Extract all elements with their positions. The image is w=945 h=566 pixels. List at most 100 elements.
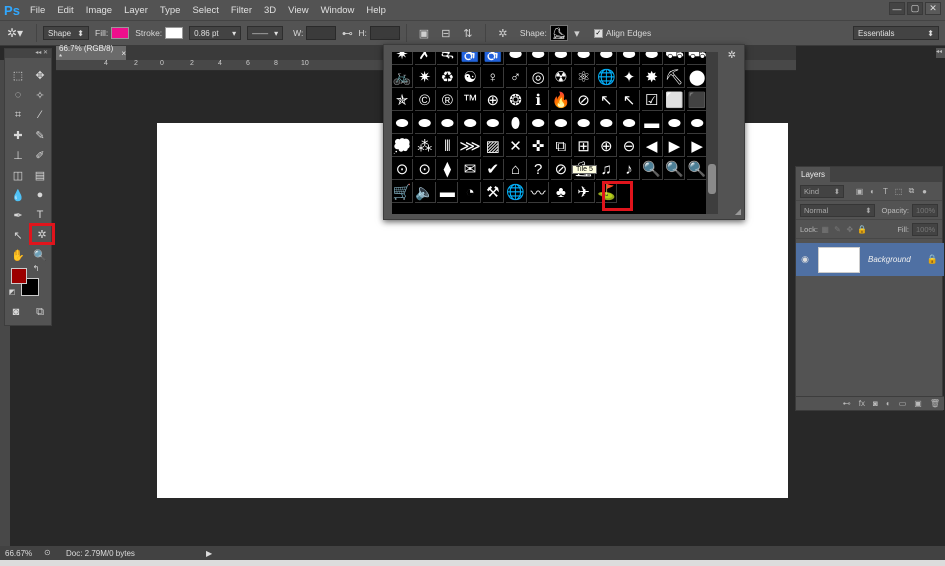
shape-tile[interactable]: ▶ <box>664 136 686 157</box>
layer-mask-icon[interactable]: ◙ <box>873 399 878 408</box>
shape-tile[interactable]: ❂ <box>505 90 527 111</box>
shape-tile[interactable]: ⬬ <box>414 113 436 134</box>
shape-tile[interactable]: ⛟ <box>664 52 686 65</box>
eye-icon[interactable]: ◉ <box>796 254 814 265</box>
shape-tile[interactable]: ⬬ <box>528 52 550 65</box>
chevron-down-icon[interactable]: ▾ <box>569 25 585 41</box>
path-operations-icon[interactable]: ▣ <box>416 25 432 41</box>
fill-swatch[interactable] <box>111 27 130 39</box>
shape-tile[interactable]: ⋙ <box>459 136 482 157</box>
healing-brush-tool-icon[interactable]: ✚ <box>9 127 27 143</box>
menu-select[interactable]: Select <box>186 5 224 16</box>
filter-type-icon[interactable]: T <box>880 186 891 197</box>
shape-tile[interactable]: ⌂ <box>505 159 527 180</box>
shape-tile[interactable]: ☑ <box>641 90 663 111</box>
shape-tile[interactable]: ⚛ <box>573 67 595 88</box>
share-icon[interactable]: ⊙ <box>44 548 58 558</box>
shape-tile[interactable]: ⬬ <box>641 52 663 65</box>
shape-tile[interactable]: ⊖ <box>619 136 640 157</box>
shape-tile[interactable]: ☢ <box>550 67 572 88</box>
shape-tile[interactable]: ™ <box>460 90 482 111</box>
maximize-button[interactable]: ▢ <box>907 2 923 15</box>
close-tab-icon[interactable]: × <box>121 49 126 58</box>
stroke-width-field[interactable]: 0.86 pt ▾ <box>189 26 242 40</box>
eraser-tool-icon[interactable]: ◫ <box>9 167 27 183</box>
magic-wand-tool-icon[interactable]: ✧ <box>31 87 49 103</box>
shape-tile[interactable]: ⬬ <box>505 52 527 65</box>
shape-tile[interactable]: ⬬ <box>482 113 504 134</box>
path-alignment-icon[interactable]: ⊟ <box>438 25 454 41</box>
trash-icon[interactable]: 🗑 <box>930 399 940 408</box>
shape-tile[interactable]: ⛏ <box>664 67 686 88</box>
adjustment-layer-icon[interactable]: ◐ <box>886 399 891 408</box>
filter-adjustment-icon[interactable]: ◐ <box>867 186 878 197</box>
tool-mode-select[interactable]: Shape ⬍ <box>43 26 89 40</box>
shape-tile[interactable]: © <box>414 90 436 111</box>
menu-window[interactable]: Window <box>315 5 361 16</box>
shape-tile[interactable]: ⚒ <box>482 182 504 203</box>
layer-row-background[interactable]: ◉ Background 🔒 <box>796 243 944 276</box>
menu-layer[interactable]: Layer <box>118 5 154 16</box>
lock-transparent-icon[interactable]: ▦ <box>820 224 830 235</box>
shape-tile[interactable]: 🔥 <box>550 90 572 111</box>
filter-kind-select[interactable]: Kind ⬍ <box>800 184 844 198</box>
lock-all-icon[interactable]: 🔒 <box>857 224 867 235</box>
shape-tile[interactable]: ▨ <box>482 136 504 157</box>
blur-tool-icon[interactable]: 💧 <box>9 187 27 203</box>
shape-tile[interactable]: ⊙ <box>392 159 413 180</box>
resize-grip-icon[interactable]: ◢ <box>735 207 741 216</box>
shape-tile[interactable]: ✸ <box>641 67 663 88</box>
shape-tile[interactable]: ⬛ <box>687 90 709 111</box>
eyedropper-tool-icon[interactable]: ⁄ <box>31 107 49 123</box>
history-brush-tool-icon[interactable]: ✐ <box>31 147 49 163</box>
new-group-icon[interactable]: ▭ <box>899 399 907 408</box>
shape-tile[interactable]: ⬬ <box>687 113 709 134</box>
shape-tile[interactable]: ⊞ <box>573 136 595 157</box>
fill-input[interactable]: 100% <box>911 222 938 236</box>
filter-shape-icon[interactable]: ⬚ <box>893 186 904 197</box>
shape-tile[interactable]: ◔ <box>460 182 482 203</box>
shape-tile[interactable]: 🔍 <box>687 159 709 180</box>
shape-tile[interactable]: ✜ <box>528 136 550 157</box>
shape-picker-button[interactable]: ⛸ <box>549 25 568 41</box>
shape-tile[interactable]: ♫ <box>596 159 618 180</box>
gear-icon[interactable]: ✲ <box>728 50 736 61</box>
shape-tile[interactable]: ⛐ <box>437 52 459 65</box>
quick-mask-icon[interactable]: ◙ <box>7 304 25 320</box>
shape-tile[interactable]: ⬬ <box>596 52 618 65</box>
gear-icon[interactable]: ✲ <box>495 25 511 41</box>
minimize-button[interactable]: — <box>889 2 905 15</box>
workspace-select[interactable]: Essentials ⬍ <box>853 26 939 40</box>
shape-tile[interactable]: ⬬ <box>573 113 595 134</box>
filter-toggle-icon[interactable]: ● <box>919 186 930 197</box>
shape-tile[interactable]: ⬤ <box>687 67 709 88</box>
shape-tile[interactable]: ♀ <box>482 67 504 88</box>
move-tool-icon[interactable]: ✥ <box>31 67 49 83</box>
shape-tile[interactable]: ⬬ <box>619 113 640 134</box>
shape-tile[interactable]: ♿ <box>482 52 504 65</box>
type-tool-icon[interactable]: T <box>31 207 49 223</box>
tab-layers[interactable]: Layers <box>796 167 831 182</box>
shape-tile[interactable]: ⊕ <box>482 90 504 111</box>
shape-tile[interactable]: ⊘ <box>573 90 595 111</box>
clone-stamp-tool-icon[interactable]: ⊥ <box>9 147 27 163</box>
shape-tile[interactable]: ⧫ <box>437 159 459 180</box>
shape-tile[interactable]: ♻ <box>437 67 459 88</box>
shape-tile[interactable]: ▬ <box>437 182 459 203</box>
shape-tile[interactable]: ◀ <box>641 136 663 157</box>
shape-tile[interactable]: 🔈 <box>414 182 436 203</box>
shape-tile[interactable]: ✉ <box>460 159 482 180</box>
shape-tile[interactable]: ⬬ <box>392 113 413 134</box>
shape-tile[interactable]: ⊕ <box>596 136 618 157</box>
menu-view[interactable]: View <box>282 5 314 16</box>
path-selection-tool-icon[interactable]: ↖ <box>9 227 27 243</box>
lock-position-icon[interactable]: ✥ <box>845 224 855 235</box>
lasso-tool-icon[interactable]: ◌ <box>9 87 27 103</box>
stroke-type-select[interactable]: —— ▾ <box>247 26 284 40</box>
shape-tile[interactable]: 🌐 <box>596 67 618 88</box>
zoom-tool-icon[interactable]: 🔍 <box>31 247 49 263</box>
opacity-input[interactable]: 100% <box>912 203 938 217</box>
menu-filter[interactable]: Filter <box>225 5 258 16</box>
shape-tile[interactable]: ⬮ <box>505 113 527 134</box>
shape-tile[interactable]: ⦀ <box>437 136 459 157</box>
